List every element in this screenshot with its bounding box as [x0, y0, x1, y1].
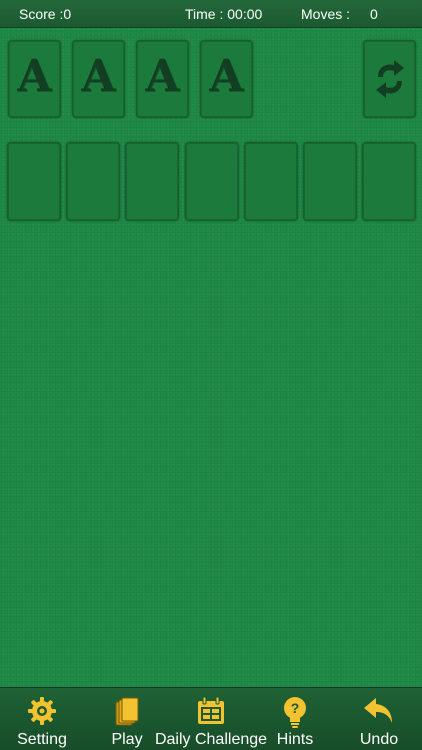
- undo-label: Undo: [359, 731, 399, 748]
- foundation-slot-3[interactable]: A: [136, 40, 189, 118]
- setting-button[interactable]: Setting: [12, 688, 72, 750]
- tableau-slot-3[interactable]: [125, 142, 179, 221]
- gear-icon: [28, 697, 56, 725]
- daily-challenge-label: Daily Challenge: [154, 731, 268, 748]
- score-label: Score :0: [19, 6, 72, 22]
- calendar-icon: [198, 696, 224, 724]
- foundation-label: A: [17, 51, 52, 102]
- stock-recycle-slot[interactable]: [363, 40, 416, 118]
- time-label: Time : 00:00: [185, 6, 263, 22]
- play-label: Play: [111, 731, 143, 748]
- foundation-label: A: [81, 51, 116, 102]
- foundation-label: A: [145, 51, 180, 102]
- moves-value: 0: [370, 6, 378, 22]
- hints-label: Hints: [276, 731, 314, 748]
- foundation-label: A: [209, 51, 244, 102]
- foundation-slot-2[interactable]: A: [72, 40, 125, 118]
- svg-text:?: ?: [291, 700, 300, 716]
- foundation-slot-4[interactable]: A: [200, 40, 253, 118]
- moves-label: Moves :: [301, 6, 351, 22]
- tableau-slot-7[interactable]: [362, 142, 416, 221]
- lightbulb-icon: ?: [284, 697, 306, 728]
- bottom-toolbar: Setting Play Daily Challenge ? Hints Und…: [0, 687, 422, 750]
- status-bar: Score :0 Time : 00:00 Moves : 0: [0, 0, 422, 28]
- hints-button[interactable]: ? Hints: [273, 688, 317, 750]
- tableau-slot-4[interactable]: [185, 142, 239, 221]
- tableau-slot-2[interactable]: [66, 142, 120, 221]
- setting-label: Setting: [17, 731, 67, 748]
- play-button[interactable]: Play: [104, 688, 150, 750]
- tableau-slot-5[interactable]: [244, 142, 298, 221]
- tableau-slot-6[interactable]: [303, 142, 357, 221]
- tableau-slot-1[interactable]: [7, 142, 61, 221]
- daily-challenge-button[interactable]: Daily Challenge: [155, 688, 267, 750]
- foundation-slot-1[interactable]: A: [8, 40, 61, 118]
- cards-icon: [115, 697, 139, 726]
- recycle-icon: [376, 60, 404, 98]
- undo-arrow-icon: [364, 698, 392, 723]
- undo-button[interactable]: Undo: [355, 688, 403, 750]
